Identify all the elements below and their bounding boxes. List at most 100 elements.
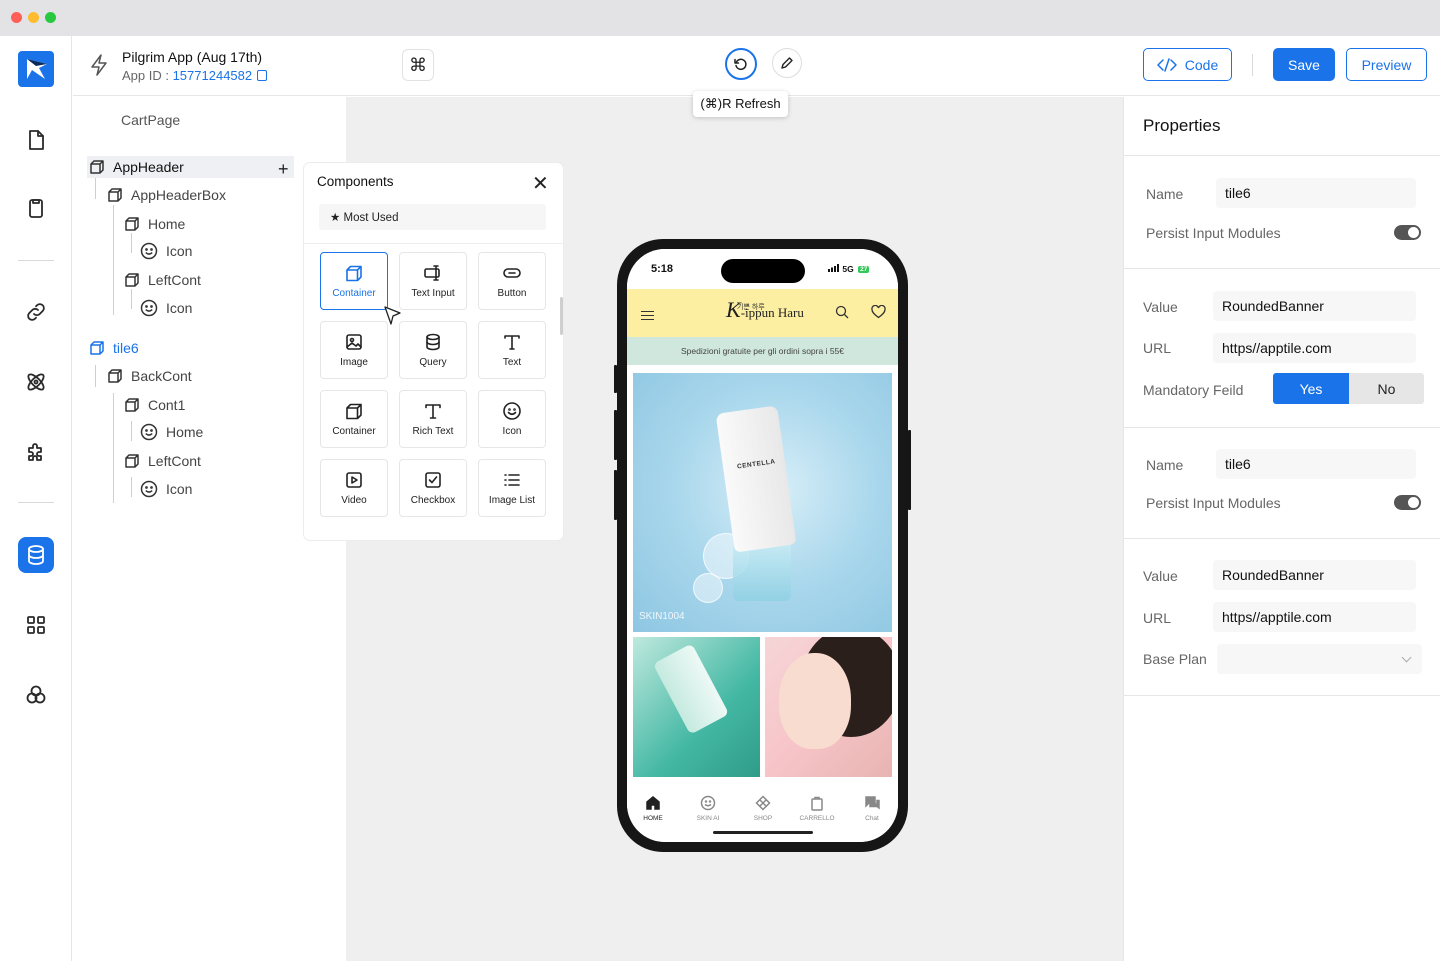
component-tile-icon[interactable]: Icon xyxy=(478,390,546,448)
mandatory-no-button[interactable]: No xyxy=(1349,373,1424,404)
tile-label: Query xyxy=(419,357,447,368)
cube-icon xyxy=(125,217,139,231)
component-tile-video[interactable]: Video xyxy=(320,459,388,517)
bolt-icon[interactable] xyxy=(89,54,109,76)
app-title: Pilgrim App (Aug 17th) xyxy=(122,49,263,65)
edit-button[interactable] xyxy=(772,48,802,78)
tree-item-icon[interactable]: Icon xyxy=(140,478,192,500)
phone-preview[interactable]: 5:18 5G 27 기쁜 하루 K-ippun Haru Spedizioni… xyxy=(627,249,898,842)
database-icon[interactable] xyxy=(18,537,54,573)
tree-root-cartpage[interactable]: CartPage xyxy=(121,112,180,128)
puzzle-icon[interactable] xyxy=(18,434,54,470)
link-icon[interactable] xyxy=(18,294,54,330)
nav-item-home[interactable]: HOME xyxy=(631,795,675,822)
circles-icon[interactable] xyxy=(18,677,54,713)
tree-item-backcont[interactable]: BackCont xyxy=(107,365,192,387)
tree-item-tile6[interactable]: tile6 xyxy=(89,337,139,359)
url-input[interactable]: https//apptile.com xyxy=(1213,333,1416,363)
tile-label: Text Input xyxy=(411,288,455,299)
search-icon[interactable] xyxy=(835,305,849,319)
section-divider xyxy=(1124,695,1440,696)
shop-icon xyxy=(755,795,771,811)
grid-icon[interactable] xyxy=(18,607,54,643)
base-plan-select[interactable] xyxy=(1217,644,1422,674)
minimize-window-button[interactable] xyxy=(28,12,39,23)
refresh-button[interactable] xyxy=(725,48,757,80)
shipping-banner[interactable]: Spedizioni gratuite per gli ordini sopra… xyxy=(627,337,898,365)
persist-toggle[interactable] xyxy=(1394,225,1421,240)
rail-divider xyxy=(18,502,54,503)
tree-item-leftcont[interactable]: LeftCont xyxy=(124,450,201,472)
nav-item-skin-ai[interactable]: SKIN AI xyxy=(686,795,730,822)
tree-item-appheader[interactable]: AppHeader xyxy=(87,156,294,178)
value-input[interactable]: RoundedBanner xyxy=(1213,560,1416,590)
close-window-button[interactable] xyxy=(11,12,22,23)
maximize-window-button[interactable] xyxy=(45,12,56,23)
tree-item-home[interactable]: Home xyxy=(124,213,185,235)
text-input-icon xyxy=(424,265,440,281)
tile-label: Button xyxy=(497,288,527,299)
component-tile-image[interactable]: Image xyxy=(320,321,388,379)
tree-item-label: AppHeader xyxy=(113,159,184,175)
command-button[interactable]: ⌘ xyxy=(402,49,434,81)
signal-icon xyxy=(828,264,839,272)
hero-image[interactable]: CENTELLA SKIN1004 xyxy=(633,373,892,632)
nav-item-chat[interactable]: Chat xyxy=(850,795,894,822)
product-tile-green[interactable] xyxy=(633,637,760,777)
close-icon[interactable]: ✕ xyxy=(532,171,549,196)
atom-icon[interactable] xyxy=(18,364,54,400)
url-input[interactable]: https//apptile.com xyxy=(1213,602,1416,632)
mandatory-yes-button[interactable]: Yes xyxy=(1273,373,1349,404)
component-tile-text-input[interactable]: Text Input xyxy=(399,252,467,310)
component-tile-button[interactable]: Button xyxy=(478,252,546,310)
preview-button[interactable]: Preview xyxy=(1346,48,1427,81)
database-icon xyxy=(426,333,440,351)
copy-icon[interactable] xyxy=(257,70,268,81)
tree-item-label: BackCont xyxy=(131,368,192,384)
pages-icon[interactable] xyxy=(18,122,54,158)
nav-label: CARRELLO xyxy=(799,815,835,822)
menu-icon[interactable] xyxy=(641,311,654,320)
video-icon xyxy=(346,472,362,488)
nav-item-cart[interactable]: CARRELLO xyxy=(795,795,839,822)
name-input[interactable]: tile6 xyxy=(1216,449,1416,479)
tree-item-home[interactable]: Home xyxy=(140,421,203,443)
tree-item-icon[interactable]: Icon xyxy=(140,240,192,262)
name-input[interactable]: tile6 xyxy=(1216,178,1416,208)
nav-item-shop[interactable]: SHOP xyxy=(741,795,785,822)
app-id-value[interactable]: 15771244582 xyxy=(173,68,253,83)
tree-item-leftcont[interactable]: LeftCont xyxy=(124,269,201,291)
code-button[interactable]: Code xyxy=(1143,48,1232,81)
product-tile-model[interactable] xyxy=(765,637,892,777)
component-tile-query[interactable]: Query xyxy=(399,321,467,379)
save-button[interactable]: Save xyxy=(1273,48,1335,81)
status-bar: 5:18 5G 27 xyxy=(627,249,898,289)
tree-line xyxy=(131,233,132,253)
status-time: 5:18 xyxy=(651,263,674,275)
components-scrollbar[interactable] xyxy=(560,297,563,335)
component-tile-checkbox[interactable]: Checkbox xyxy=(399,459,467,517)
app-logo[interactable] xyxy=(18,51,54,87)
clipboard-icon[interactable] xyxy=(18,190,54,226)
component-tile-image-list[interactable]: Image List xyxy=(478,459,546,517)
tree-item-cont1[interactable]: Cont1 xyxy=(124,394,185,416)
section-divider xyxy=(1124,427,1440,428)
cube-icon xyxy=(125,454,139,468)
persist-toggle[interactable] xyxy=(1394,495,1421,510)
value-input[interactable]: RoundedBanner xyxy=(1213,291,1416,321)
tree-item-icon[interactable]: Icon xyxy=(140,297,192,319)
tree-item-label: Icon xyxy=(166,300,193,316)
product-tube: CENTELLA xyxy=(715,405,797,553)
component-tile-text[interactable]: Text xyxy=(478,321,546,379)
tree-item-appheaderbox[interactable]: AppHeaderBox xyxy=(107,184,226,206)
components-filter[interactable]: ★ Most Used xyxy=(319,204,546,230)
component-tile-rich-text[interactable]: Rich Text xyxy=(399,390,467,448)
heart-icon[interactable] xyxy=(871,305,886,319)
component-tile-container[interactable]: Container xyxy=(320,390,388,448)
tree-item-label: Cont1 xyxy=(148,397,186,413)
add-child-button[interactable]: + xyxy=(278,159,289,180)
name-label: Name xyxy=(1146,457,1184,473)
component-tile-container[interactable]: Container xyxy=(320,252,388,310)
top-toolbar: Pilgrim App (Aug 17th) App ID : 15771244… xyxy=(73,36,1440,96)
cube-icon xyxy=(125,273,139,287)
